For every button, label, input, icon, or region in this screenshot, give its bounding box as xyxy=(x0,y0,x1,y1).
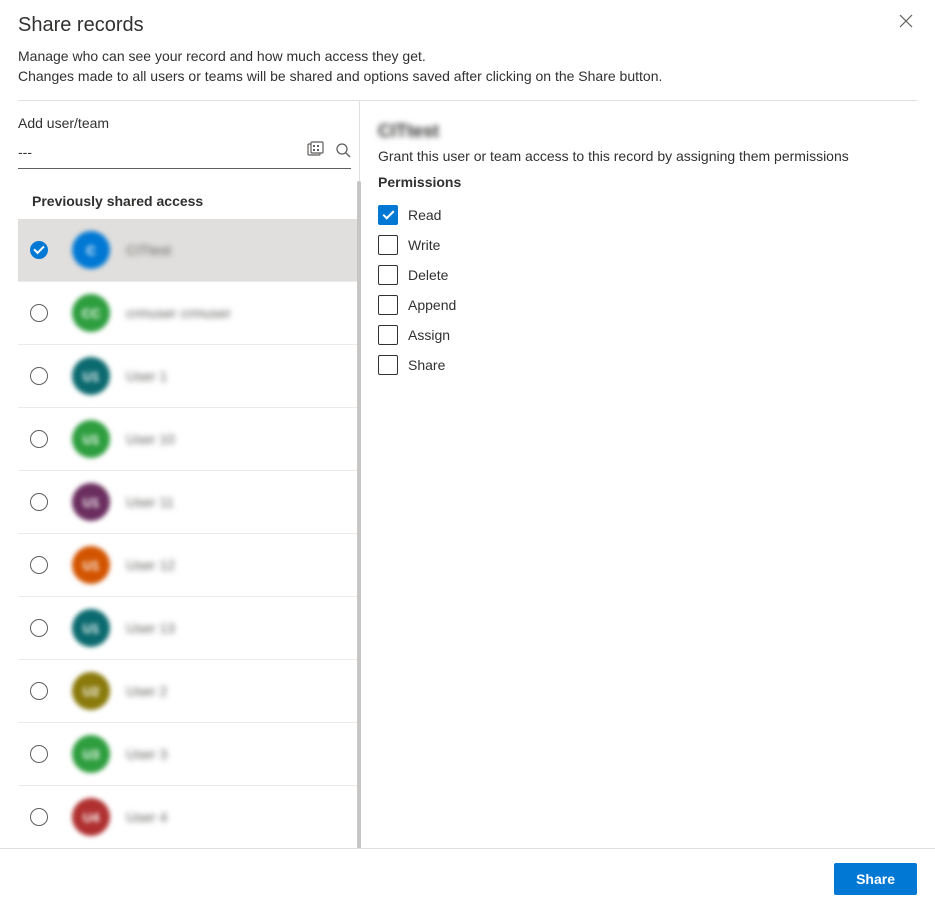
user-name: User 12 xyxy=(126,557,175,573)
user-name: User 3 xyxy=(126,746,167,762)
user-name: User 1 xyxy=(126,368,167,384)
permission-row[interactable]: Delete xyxy=(378,260,917,290)
list-item[interactable]: CC crmuser crmuser xyxy=(18,282,359,345)
directory-icon[interactable] xyxy=(307,141,325,162)
user-name: User 2 xyxy=(126,683,167,699)
permission-label: Read xyxy=(408,207,441,223)
avatar: U1 xyxy=(72,546,110,584)
user-name: User 13 xyxy=(126,620,175,636)
select-radio[interactable] xyxy=(30,241,48,259)
user-name: User 11 xyxy=(126,494,174,510)
avatar: CC xyxy=(72,294,110,332)
avatar: U1 xyxy=(72,483,110,521)
left-pane: Add user/team Previously shared access C… xyxy=(18,101,360,847)
search-icon[interactable] xyxy=(335,142,351,161)
user-name: User 10 xyxy=(126,431,175,447)
permission-checkbox[interactable] xyxy=(378,265,398,285)
permission-checkbox[interactable] xyxy=(378,205,398,225)
footer: Share xyxy=(0,848,935,909)
avatar: U4 xyxy=(72,798,110,836)
list-item[interactable]: U1 User 13 xyxy=(18,597,359,660)
permission-label: Write xyxy=(408,237,440,253)
permission-checkbox[interactable] xyxy=(378,355,398,375)
user-name: User 4 xyxy=(126,809,167,825)
list-item[interactable]: U1 User 1 xyxy=(18,345,359,408)
permission-row[interactable]: Write xyxy=(378,230,917,260)
list-item[interactable]: U1 User 10 xyxy=(18,408,359,471)
add-user-label: Add user/team xyxy=(18,101,359,137)
select-radio[interactable] xyxy=(30,304,48,322)
permission-label: Delete xyxy=(408,267,448,283)
list-item[interactable]: U3 User 3 xyxy=(18,723,359,786)
dialog-title: Share records xyxy=(18,14,917,37)
permission-label: Assign xyxy=(408,327,450,343)
share-button[interactable]: Share xyxy=(834,863,917,895)
select-radio[interactable] xyxy=(30,619,48,637)
avatar: U3 xyxy=(72,735,110,773)
permission-label: Share xyxy=(408,357,445,373)
select-radio[interactable] xyxy=(30,367,48,385)
permission-row[interactable]: Assign xyxy=(378,320,917,350)
list-item[interactable]: U1 User 11 xyxy=(18,471,359,534)
subtitle-line-1: Manage who can see your record and how m… xyxy=(18,47,917,67)
avatar: U1 xyxy=(72,357,110,395)
permission-checkbox[interactable] xyxy=(378,295,398,315)
permissions-list: Read Write Delete Append Assign Share xyxy=(378,200,917,380)
right-pane: CITtest Grant this user or team access t… xyxy=(360,101,917,847)
close-button[interactable] xyxy=(899,14,917,32)
select-radio[interactable] xyxy=(30,556,48,574)
avatar: C xyxy=(72,231,110,269)
list-item[interactable]: U1 User 12 xyxy=(18,534,359,597)
avatar: U1 xyxy=(72,420,110,458)
dialog-subtitle: Manage who can see your record and how m… xyxy=(0,47,935,100)
avatar: U1 xyxy=(72,609,110,647)
select-radio[interactable] xyxy=(30,493,48,511)
list-item[interactable]: C CITtest xyxy=(18,219,359,282)
search-input[interactable] xyxy=(18,144,307,160)
permission-checkbox[interactable] xyxy=(378,325,398,345)
permission-row[interactable]: Share xyxy=(378,350,917,380)
close-icon xyxy=(899,14,913,28)
permission-label: Append xyxy=(408,297,456,313)
permission-row[interactable]: Append xyxy=(378,290,917,320)
select-radio[interactable] xyxy=(30,682,48,700)
permissions-header: Permissions xyxy=(378,174,917,190)
list-item[interactable]: U4 User 4 xyxy=(18,786,359,847)
subtitle-line-2: Changes made to all users or teams will … xyxy=(18,67,917,87)
selected-user-name: CITtest xyxy=(378,121,917,142)
scrollbar[interactable] xyxy=(355,181,363,901)
select-radio[interactable] xyxy=(30,745,48,763)
user-name: crmuser crmuser xyxy=(126,305,231,321)
user-list: C CITtest CC crmuser crmuser U1 User 1 U1 User … xyxy=(18,219,359,847)
user-name: CITtest xyxy=(126,242,171,258)
select-radio[interactable] xyxy=(30,808,48,826)
permission-row[interactable]: Read xyxy=(378,200,917,230)
grant-text: Grant this user or team access to this r… xyxy=(378,148,917,164)
list-item[interactable]: U2 User 2 xyxy=(18,660,359,723)
permission-checkbox[interactable] xyxy=(378,235,398,255)
search-row xyxy=(18,137,351,169)
avatar: U2 xyxy=(72,672,110,710)
shared-access-header: Previously shared access xyxy=(18,169,359,219)
select-radio[interactable] xyxy=(30,430,48,448)
